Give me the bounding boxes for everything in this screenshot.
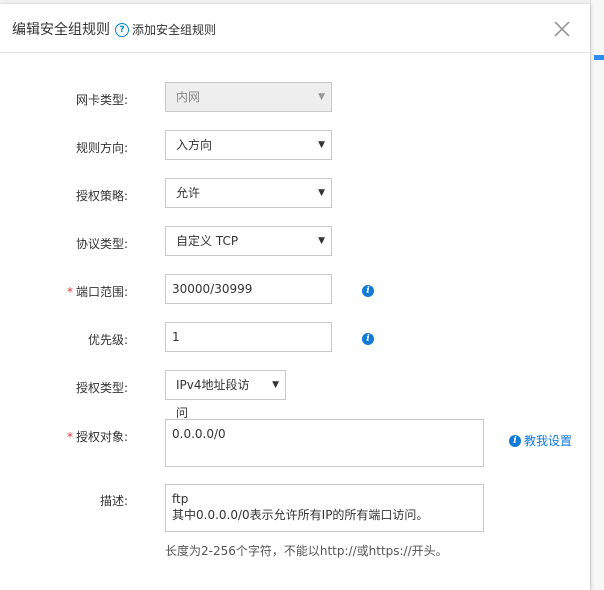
edit-security-rule-dialog: 编辑安全组规则 ? 添加安全组规则 网卡类型: 内网 ▼ 规则方向: 入方向 ▼… bbox=[0, 4, 590, 590]
description-line-1: ftp bbox=[172, 492, 189, 506]
protocol-value: 自定义 TCP bbox=[176, 234, 239, 248]
priority-input[interactable]: 1 bbox=[165, 322, 332, 352]
dialog-header: 编辑安全组规则 ? 添加安全组规则 bbox=[0, 4, 590, 53]
direction-select[interactable]: 入方向 ▼ bbox=[165, 130, 332, 160]
auth-type-select[interactable]: IPv4地址段访问 ▼ bbox=[165, 370, 286, 420]
close-button[interactable] bbox=[547, 14, 577, 44]
port-range-label-text: 端口范围: bbox=[75, 285, 128, 299]
description-line-2: 其中0.0.0.0/0表示允许所有IP的所有端口访问。 bbox=[172, 508, 429, 522]
help-link-label: 添加安全组规则 bbox=[132, 23, 217, 37]
protocol-label: 协议类型: bbox=[75, 237, 128, 251]
policy-value: 允许 bbox=[176, 186, 201, 200]
caret-down-icon: ▼ bbox=[272, 380, 279, 390]
policy-label: 授权策略: bbox=[75, 189, 128, 203]
nic-type-select: 内网 ▼ bbox=[165, 82, 332, 112]
required-mark: * bbox=[66, 285, 73, 299]
direction-label: 规则方向: bbox=[75, 141, 128, 155]
background-accent-bar bbox=[594, 55, 604, 60]
question-circle-icon: ? bbox=[115, 22, 129, 37]
description-label: 描述: bbox=[99, 494, 128, 508]
teach-me-link[interactable]: i 教我设置 bbox=[509, 432, 572, 449]
info-circle-icon: i bbox=[509, 434, 521, 447]
direction-value: 入方向 bbox=[176, 138, 213, 152]
info-circle-icon[interactable]: i bbox=[362, 333, 374, 345]
auth-object-textarea[interactable]: 0.0.0.0/0 bbox=[165, 419, 484, 467]
caret-down-icon: ▼ bbox=[318, 188, 325, 198]
caret-down-icon: ▼ bbox=[318, 92, 325, 102]
auth-type-label: 授权类型: bbox=[75, 381, 128, 395]
auth-type-value: IPv4地址段访问 bbox=[176, 378, 250, 420]
nic-type-label: 网卡类型: bbox=[75, 93, 128, 107]
description-hint: 长度为2-256个字符，不能以http://或https://开头。 bbox=[165, 544, 448, 558]
required-mark: * bbox=[66, 430, 73, 444]
priority-label: 优先级: bbox=[87, 333, 128, 347]
port-range-input[interactable]: 30000/30999 bbox=[165, 274, 332, 304]
caret-down-icon: ▼ bbox=[318, 140, 325, 150]
teach-me-label: 教我设置 bbox=[524, 434, 573, 448]
info-circle-icon[interactable]: i bbox=[362, 285, 374, 297]
auth-object-label-text: 授权对象: bbox=[75, 430, 128, 444]
policy-select[interactable]: 允许 ▼ bbox=[165, 178, 332, 208]
port-range-label: * 端口范围: bbox=[0, 283, 128, 300]
protocol-select[interactable]: 自定义 TCP ▼ bbox=[165, 226, 332, 256]
dialog-title: 编辑安全组规则 bbox=[12, 22, 110, 38]
page-backdrop-right bbox=[590, 0, 604, 590]
nic-type-value: 内网 bbox=[176, 90, 201, 104]
description-textarea[interactable]: ftp 其中0.0.0.0/0表示允许所有IP的所有端口访问。 bbox=[165, 484, 484, 532]
auth-object-label: * 授权对象: bbox=[0, 428, 128, 445]
close-icon bbox=[554, 21, 570, 37]
caret-down-icon: ▼ bbox=[318, 236, 325, 246]
add-rule-help-link[interactable]: ? 添加安全组规则 bbox=[115, 21, 216, 38]
